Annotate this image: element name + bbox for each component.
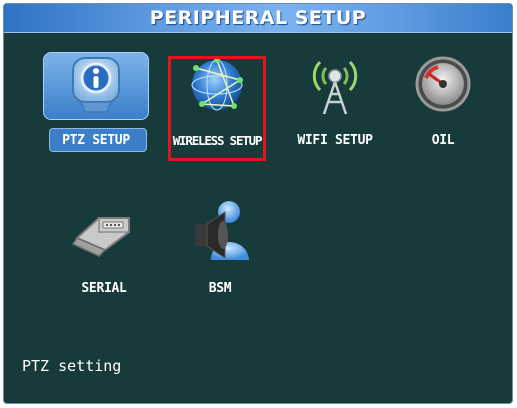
ptz-camera-icon	[72, 57, 120, 113]
menu-item-ptz-setup[interactable]: PTZ SETUP	[41, 46, 151, 156]
fuel-gauge-icon	[415, 56, 471, 112]
menu-item-label: PTZ SETUP	[62, 133, 130, 148]
page-title: PERIPHERAL SETUP	[149, 7, 367, 29]
menu-item-label: SERIAL	[81, 281, 127, 296]
title-bar: PERIPHERAL SETUP	[4, 4, 512, 33]
antenna-tower-icon	[312, 60, 358, 115]
menu-item-label: BSM	[208, 281, 232, 296]
menu-item-label: OIL	[431, 133, 455, 148]
menu-item-label: WIFI SETUP	[297, 133, 373, 148]
menu-item-serial[interactable]: SERIAL	[49, 194, 159, 304]
speaker-person-icon	[195, 201, 249, 260]
status-text: PTZ setting	[22, 357, 122, 375]
peripheral-setup-window: PERIPHERAL SETUP PTZ SETUP WIRELESS SETU…	[3, 3, 513, 404]
serial-connector-icon	[71, 217, 130, 257]
menu-item-oil[interactable]: OIL	[388, 46, 498, 156]
focus-highlight-box	[168, 56, 266, 161]
menu-item-bsm[interactable]: BSM	[165, 194, 275, 304]
menu-item-wifi-setup[interactable]: WIFI SETUP	[280, 46, 390, 156]
